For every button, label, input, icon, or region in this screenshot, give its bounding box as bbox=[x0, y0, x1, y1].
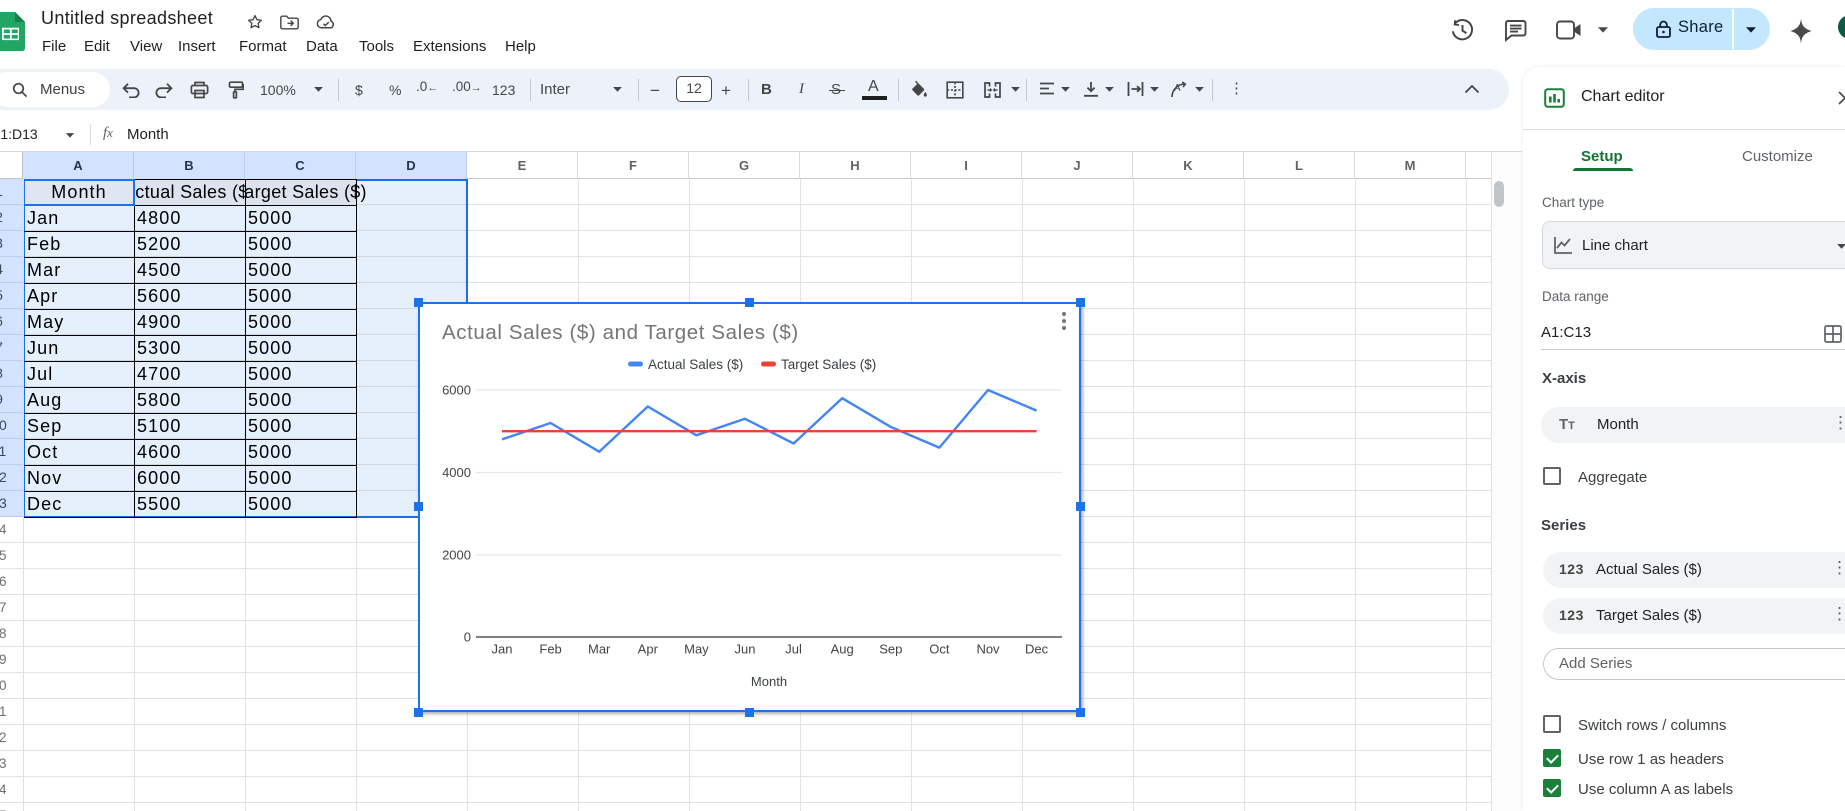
svg-text:Mar: Mar bbox=[588, 642, 611, 657]
svg-text:Jun: Jun bbox=[735, 642, 756, 657]
svg-text:Aug: Aug bbox=[831, 642, 854, 657]
svg-text:Actual Sales ($): Actual Sales ($) bbox=[648, 357, 743, 372]
svg-text:6000: 6000 bbox=[442, 383, 471, 398]
svg-text:Apr: Apr bbox=[638, 642, 659, 657]
svg-text:A: A bbox=[1174, 83, 1181, 94]
svg-text:Actual Sales ($) and Target Sa: Actual Sales ($) and Target Sales ($) bbox=[442, 321, 799, 344]
svg-text:4000: 4000 bbox=[442, 465, 471, 480]
svg-text:May: May bbox=[684, 642, 709, 657]
svg-text:Jul: Jul bbox=[785, 642, 802, 657]
svg-text:Target Sales ($): Target Sales ($) bbox=[781, 357, 876, 372]
svg-text:Jan: Jan bbox=[492, 642, 513, 657]
svg-text:Feb: Feb bbox=[539, 642, 561, 657]
svg-text:Dec: Dec bbox=[1025, 642, 1049, 657]
svg-text:Oct: Oct bbox=[929, 642, 950, 657]
svg-text:Month: Month bbox=[751, 674, 787, 689]
svg-text:Sep: Sep bbox=[879, 642, 902, 657]
svg-text:0: 0 bbox=[464, 630, 471, 645]
svg-text:Nov: Nov bbox=[976, 642, 1000, 657]
svg-text:2000: 2000 bbox=[442, 548, 471, 563]
